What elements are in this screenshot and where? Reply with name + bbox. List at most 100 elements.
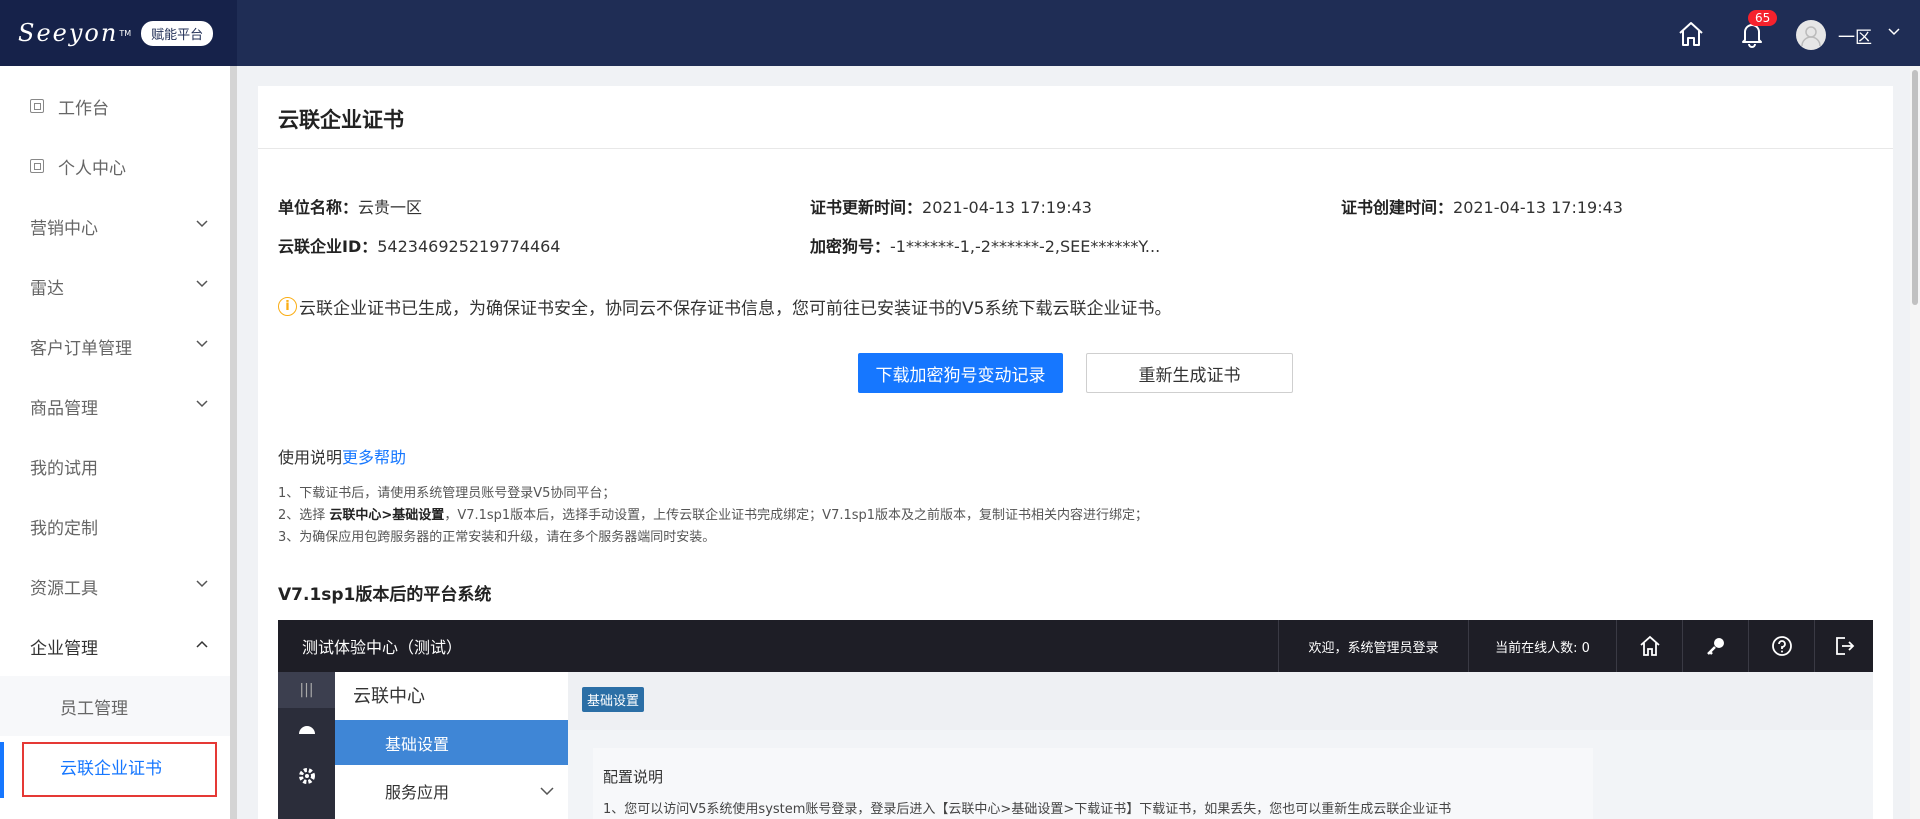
sidebar-scrollbar[interactable] [230, 66, 237, 819]
example-content-header: 基础设置 [568, 672, 1873, 730]
active-indicator [0, 742, 4, 798]
example-top-bar: 测试体验中心（测试） 欢迎，系统管理员登录 当前在线人数: 0 [278, 620, 1873, 672]
unit-name-label: 单位名称： [278, 198, 359, 217]
info-icon: i [278, 297, 297, 316]
sidebar-item-label: 营销中心 [30, 218, 98, 239]
notice: i 云联企业证书已生成，为确保证书安全，协同云不保存证书信息，您可前往已安装证书… [278, 294, 1171, 319]
sidebar-item-products[interactable]: 商品管理 [0, 376, 230, 436]
sidebar-item-label: 个人中心 [58, 158, 126, 179]
logout-icon [1836, 637, 1855, 655]
update-time-value: 2021-04-13 17:19:43 [922, 198, 1092, 217]
sidebar-item-marketing[interactable]: 营销中心 [0, 196, 230, 256]
dashboard-icon [299, 726, 315, 734]
top-header: Seeyon TM 赋能平台 65 一区 [0, 0, 1920, 66]
download-dongle-log-button[interactable]: 下载加密狗号变动记录 [858, 353, 1063, 393]
user-name[interactable]: 一区 [1838, 23, 1872, 48]
sidebar-item-label: 员工管理 [60, 698, 128, 719]
example-menu-label: 基础设置 [385, 734, 450, 754]
example-help-button [1748, 620, 1814, 672]
example-home-button [1616, 620, 1682, 672]
avatar[interactable] [1796, 20, 1826, 50]
create-time-label: 证书创建时间： [1341, 198, 1454, 217]
section-title: V7.1sp1版本后的平台系统 [278, 585, 492, 605]
sidebar-item-label: 我的试用 [30, 458, 98, 479]
update-time: 证书更新时间：2021-04-13 17:19:43 [810, 194, 1092, 218]
example-box-text: 1、您可以访问V5系统使用system账号登录，登录后进入【云联中心>基础设置>… [603, 802, 1452, 817]
page-title: 云联企业证书 [278, 108, 404, 132]
dongle-number: 加密狗号：-1******-1,-2******-2,SEE******Y... [810, 233, 1160, 257]
avatar-icon [1801, 26, 1821, 47]
step-2-prefix: 2、选择 [278, 508, 330, 523]
sidebar-item-resource-tools[interactable]: 资源工具 [0, 556, 230, 616]
logo-text: Seeyon [18, 19, 119, 47]
sidebar-item-label: 商品管理 [30, 398, 98, 419]
enterprise-id: 云联企业ID：542346925219774464 [278, 233, 560, 257]
sidebar-item-label: 客户订单管理 [30, 338, 132, 359]
sidebar-item-workbench[interactable]: 工作台 [0, 76, 230, 136]
example-online-count: 当前在线人数: 0 [1468, 620, 1616, 672]
sidebar-item-staff[interactable]: 员工管理 [0, 676, 230, 736]
home-icon[interactable] [1677, 20, 1705, 48]
notification-badge: 65 [1748, 10, 1778, 26]
example-box-title: 配置说明 [603, 768, 664, 786]
unit-name: 单位名称：云贵一区 [278, 194, 422, 218]
example-side-menu: 云联中心 基础设置 服务应用 [335, 672, 568, 819]
enterprise-id-value: 542346925219774464 [377, 237, 561, 256]
sidebar-item-my-trial[interactable]: 我的试用 [0, 436, 230, 496]
sidebar-item-enterprise[interactable]: 企业管理 [0, 616, 230, 676]
chevron-up-icon [196, 640, 208, 648]
usage-label: 使用说明 [278, 448, 343, 467]
example-menu-basic-settings: 基础设置 [335, 720, 568, 765]
home-icon [1639, 635, 1660, 656]
example-menu-label: 服务应用 [385, 782, 450, 802]
more-help-link[interactable]: 更多帮助 [342, 448, 406, 467]
usage-step-1: 1、下载证书后，请使用系统管理员账号登录V5协同平台； [278, 486, 616, 501]
dongle-number-value: -1******-1,-2******-2,SEE******Y... [890, 237, 1161, 256]
page-icon [30, 99, 44, 113]
logo-trademark: TM [119, 28, 132, 38]
sidebar: 工作台 个人中心 营销中心 雷达 客户订单管理 商品管理 我的试用 我的定制 资… [0, 66, 230, 819]
logo[interactable]: Seeyon TM 赋能平台 [0, 0, 237, 66]
chevron-down-icon [196, 400, 208, 408]
sidebar-item-radar[interactable]: 雷达 [0, 256, 230, 316]
gear-icon [299, 768, 315, 784]
example-title: 测试体验中心（测试） [302, 638, 463, 657]
step-2-emphasis: 云联中心>基础设置 [329, 508, 445, 523]
unit-name-value: 云贵一区 [358, 198, 423, 217]
example-key-button [1682, 620, 1748, 672]
chevron-down-icon [196, 580, 208, 588]
platform-badge: 赋能平台 [141, 20, 214, 46]
sidebar-item-my-custom[interactable]: 我的定制 [0, 496, 230, 556]
example-menu-service-apps: 服务应用 [335, 768, 568, 813]
page-scrollbar-thumb[interactable] [1912, 70, 1918, 305]
sidebar-item-label: 企业管理 [30, 638, 98, 659]
main-content: 云联企业证书 单位名称：云贵一区 云联企业ID：5423469252197744… [258, 86, 1893, 819]
help-icon [1771, 636, 1792, 656]
chevron-down-icon [196, 280, 208, 288]
chevron-down-icon [540, 787, 554, 795]
regenerate-certificate-button[interactable]: 重新生成证书 [1086, 353, 1293, 393]
chevron-down-icon [196, 340, 208, 348]
divider [258, 148, 1893, 149]
usage-step-2: 2、选择 云联中心>基础设置，V7.1sp1版本后，选择手动设置，上传云联企业证… [278, 504, 1148, 523]
key-icon [1706, 638, 1724, 655]
example-tag: 基础设置 [582, 687, 645, 712]
notice-text: 云联企业证书已生成，为确保证书安全，协同云不保存证书信息，您可前往已安装证书的V… [299, 299, 1172, 319]
usage-step-3: 3、为确保应用包跨服务器的正常安装和升级，请在多个服务器端同时安装。 [278, 530, 716, 545]
page-icon [30, 159, 44, 173]
example-logout-button [1814, 620, 1873, 672]
sidebar-item-label: 雷达 [30, 278, 64, 299]
example-screenshot: 测试体验中心（测试） 欢迎，系统管理员登录 当前在线人数: 0 ||| 云联中心 [278, 620, 1873, 819]
chevron-down-icon[interactable] [1888, 28, 1900, 36]
example-menu-title: 云联中心 [353, 686, 425, 707]
usage-heading: 使用说明更多帮助 [278, 444, 406, 468]
example-icon-nav: ||| [278, 672, 335, 819]
sidebar-item-orders[interactable]: 客户订单管理 [0, 316, 230, 376]
dongle-number-label: 加密狗号： [810, 237, 891, 256]
highlight-outline [22, 742, 217, 797]
example-welcome: 欢迎，系统管理员登录 [1278, 620, 1468, 672]
enterprise-id-label: 云联企业ID： [278, 237, 378, 256]
example-config-box: 配置说明 1、您可以访问V5系统使用system账号登录，登录后进入【云联中心>… [593, 748, 1593, 819]
update-time-label: 证书更新时间： [810, 198, 923, 217]
sidebar-item-personal-center[interactable]: 个人中心 [0, 136, 230, 196]
